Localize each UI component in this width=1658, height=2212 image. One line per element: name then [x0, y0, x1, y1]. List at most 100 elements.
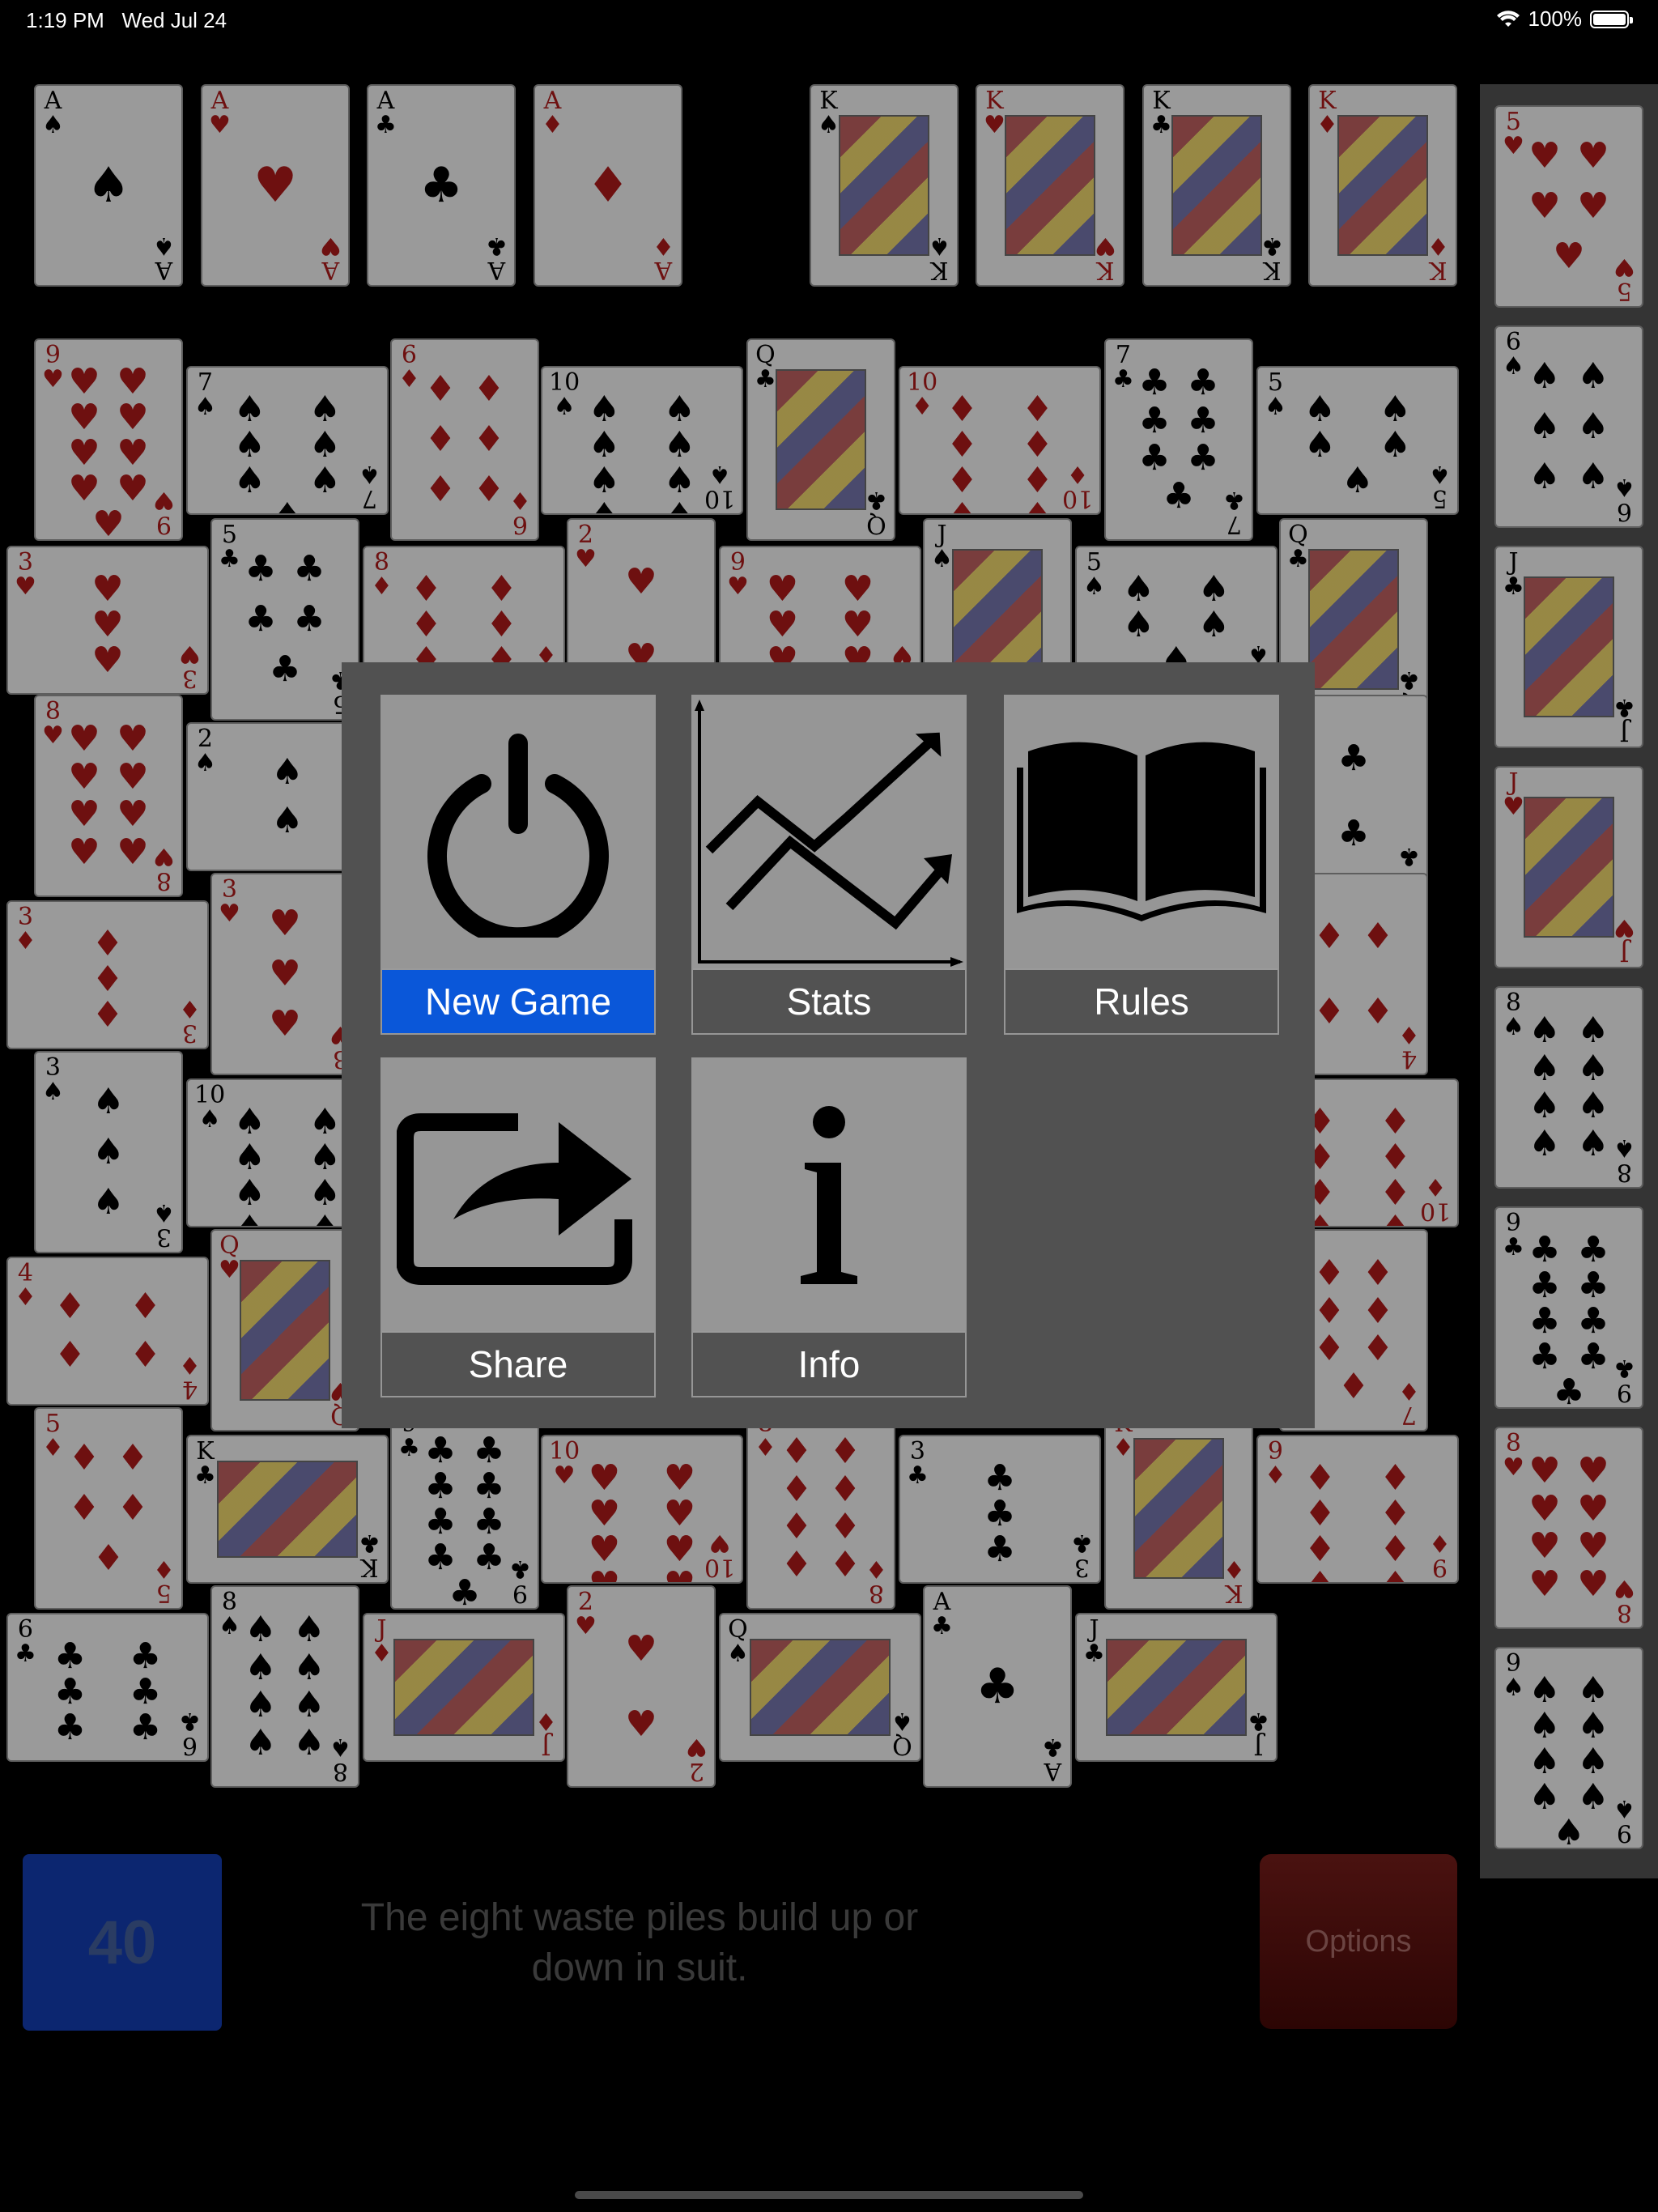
- card-rank: J: [937, 521, 947, 549]
- card-pips: ♥ ♥ ♥: [269, 903, 301, 1044]
- reserve-card[interactable]: 8 ♥ 8 ♥ ♥ ♥ ♥ ♥ ♥ ♥ ♥ ♥: [1494, 1427, 1643, 1629]
- waste-pile-card[interactable]: K ♣ K ♣: [186, 1435, 389, 1584]
- card-rank: Q: [866, 510, 886, 538]
- card-rank: 4: [182, 1375, 198, 1403]
- reserve-card[interactable]: J ♥ J ♥: [1494, 766, 1643, 968]
- waste-pile-card[interactable]: J ♣ J ♣: [1075, 1613, 1278, 1762]
- foundation-card[interactable]: A ♣ A ♣ ♣: [367, 84, 516, 287]
- foundation-card[interactable]: A ♥ A ♥ ♥: [201, 84, 350, 287]
- reserve-card[interactable]: 8 ♠ 8 ♠ ♠ ♠ ♠ ♠ ♠ ♠ ♠ ♠: [1494, 986, 1643, 1189]
- reserve-card[interactable]: 9 ♣ 9 ♣ ♣ ♣ ♣ ♣ ♣ ♣ ♣ ♣ ♣: [1494, 1206, 1643, 1409]
- card-suit: ♣: [1150, 111, 1172, 139]
- waste-pile-card[interactable]: 9♦9♦♦♦♦♦♦♦♦♦♦: [1256, 1435, 1459, 1584]
- book-icon: [1005, 696, 1278, 968]
- reserve-card[interactable]: J ♣ J ♣: [1494, 546, 1643, 748]
- court-figure: [750, 1639, 891, 1736]
- new-game-label: New Game: [382, 968, 654, 1033]
- foundation-card[interactable]: K ♥ K ♥: [976, 84, 1124, 287]
- card-index: J ♣: [1248, 1707, 1269, 1759]
- waste-pile-card[interactable]: Q♣Q♣: [746, 338, 895, 541]
- card-pips: ♦ ♦ ♦ ♦ ♦ ♦ ♦: [1313, 1253, 1394, 1407]
- waste-pile-card[interactable]: 2♥2♥♥♥: [567, 1585, 716, 1788]
- waste-pile-card[interactable]: 5♠5♠♠♠♠♠♠: [1256, 366, 1459, 515]
- waste-pile-card[interactable]: 10♦10♦♦♦♦♦♦♦♦♦♦♦: [899, 366, 1101, 515]
- waste-pile-card[interactable]: 9♥9♥♥♥♥♥♥♥♥♥♥: [34, 338, 183, 541]
- card-suit: ♠: [931, 545, 953, 573]
- card-pips: ♠ ♠ ♠: [92, 1081, 125, 1223]
- foundation-card[interactable]: A ♦ A ♦ ♦: [534, 84, 682, 287]
- card-pips: ♦ ♦ ♦ ♦: [1313, 915, 1394, 1032]
- stats-button[interactable]: Stats: [691, 695, 967, 1035]
- waste-pile-card[interactable]: 7 ♣ 7 ♣ ♣ ♣ ♣ ♣ ♣ ♣ ♣: [1104, 338, 1253, 541]
- waste-pile-card[interactable]: 5 ♣ 5 ♣ ♣ ♣ ♣ ♣ ♣: [210, 518, 359, 721]
- card-rank: 5: [1617, 277, 1633, 305]
- home-indicator[interactable]: [575, 2191, 1083, 2199]
- waste-pile-card[interactable]: A ♣ A ♣ ♣: [923, 1585, 1072, 1788]
- card-suit: ♣: [1398, 666, 1420, 694]
- card-index: Q♣: [865, 486, 887, 538]
- reserve-card[interactable]: 6 ♠ 6 ♠ ♠ ♠ ♠ ♠ ♠ ♠: [1494, 325, 1643, 528]
- waste-pile-card[interactable]: 3 ♦ 3 ♦ ♦ ♦ ♦: [6, 900, 209, 1049]
- card-rank: J: [1089, 1615, 1099, 1644]
- waste-pile-card[interactable]: Q ♠ Q ♠: [719, 1613, 921, 1762]
- card-suit: ♠: [818, 111, 840, 139]
- waste-pile-card[interactable]: J ♦ J ♦: [363, 1613, 565, 1762]
- card-rank: K: [930, 256, 949, 284]
- card-rank: J: [1619, 717, 1630, 746]
- foundation-card[interactable]: K ♣ K ♣: [1142, 84, 1291, 287]
- card-index: K♦: [1316, 89, 1338, 138]
- waste-pile-card[interactable]: 8 ♠ 8 ♠ ♠ ♠ ♠ ♠ ♠ ♠ ♠ ♠: [210, 1585, 359, 1788]
- reserve-card[interactable]: 9 ♠ 9 ♠ ♠ ♠ ♠ ♠ ♠ ♠ ♠ ♠ ♠: [1494, 1647, 1643, 1849]
- card-pip: ♣: [419, 157, 463, 214]
- card-pips: ♣ ♣ ♣ ♣ ♣ ♣ ♣: [1138, 362, 1219, 517]
- card-pips: ♥♥♥♥♥♥♥♥♥: [766, 568, 874, 694]
- game-menu: New Game Stats Rules Share Info: [342, 662, 1315, 1428]
- foundation-card[interactable]: A ♠ A ♠ ♠: [34, 84, 183, 287]
- options-button[interactable]: Options: [1260, 1854, 1457, 2029]
- card-pips: ♥♥♥♥♥♥♥♥♥: [68, 361, 149, 541]
- waste-pile-card[interactable]: 6 ♣ 6 ♣ ♣ ♣ ♣ ♣ ♣ ♣: [6, 1613, 209, 1762]
- waste-pile-card[interactable]: 8♦8♦♦♦♦♦♦♦♦♦: [746, 1407, 895, 1610]
- waste-pile-card[interactable]: 9♣9♣♣♣♣♣♣♣♣♣♣: [390, 1407, 539, 1610]
- stats-label: Stats: [693, 968, 965, 1033]
- waste-pile-card[interactable]: 3 ♥ 3 ♥ ♥ ♥ ♥: [210, 873, 359, 1075]
- waste-pile-card[interactable]: 6 ♦ 6 ♦ ♦ ♦ ♦ ♦ ♦ ♦: [390, 338, 539, 541]
- waste-pile-card[interactable]: 4♦4♦♦♦♦♦: [6, 1257, 209, 1406]
- waste-pile-card[interactable]: Q ♥ Q ♥: [210, 1229, 359, 1431]
- card-rank: K: [1263, 256, 1282, 284]
- card-index: J ♣: [1083, 1618, 1105, 1666]
- card-rank: 6: [182, 1731, 198, 1759]
- card-suit: ♣: [1613, 693, 1635, 721]
- card-rank: 8: [869, 1579, 885, 1607]
- waste-pile-card[interactable]: 3 ♠ 3 ♠ ♠ ♠ ♠: [34, 1051, 183, 1253]
- share-button[interactable]: Share: [380, 1057, 656, 1397]
- court-figure: [1524, 797, 1614, 938]
- waste-pile-card[interactable]: 10♠10♠♠♠♠♠♠♠♠♠♠♠: [541, 366, 743, 515]
- card-pips: ♦ ♦ ♦ ♦: [53, 1286, 162, 1376]
- card-rank: J: [376, 1615, 387, 1644]
- waste-pile-card[interactable]: 7♠7♠♠♠♠♠♠♠♠: [186, 366, 389, 515]
- card-pip: ♥: [253, 157, 297, 214]
- waste-pile-card[interactable]: 10♥10♥♥♥♥♥♥♥♥♥♥♥: [541, 1435, 743, 1584]
- info-button[interactable]: Info: [691, 1057, 967, 1397]
- foundation-card[interactable]: K ♠ K ♠: [810, 84, 959, 287]
- reserve-card[interactable]: 5 ♥ 5 ♥ ♥ ♥ ♥ ♥ ♥: [1494, 105, 1643, 308]
- card-suit: ♥: [219, 1256, 240, 1284]
- card-index: K ♣: [194, 1440, 216, 1488]
- waste-pile-card[interactable]: 3 ♣ 3 ♣ ♣ ♣ ♣: [899, 1435, 1101, 1584]
- waste-pile-card[interactable]: 5 ♦ 5 ♦ ♦ ♦ ♦ ♦ ♦: [34, 1407, 183, 1610]
- waste-pile-card[interactable]: K♦K♦: [1104, 1407, 1253, 1610]
- waste-pile-card[interactable]: 3 ♥ 3 ♥ ♥ ♥ ♥: [6, 546, 209, 695]
- card-rank: Q: [728, 1615, 748, 1644]
- card-rank: 3: [156, 1223, 172, 1251]
- new-game-button[interactable]: New Game: [380, 695, 656, 1035]
- card-pips: ♣ ♣ ♣ ♣ ♣ ♣ ♣ ♣ ♣: [424, 1430, 505, 1610]
- foundation-card[interactable]: K ♦ K ♦: [1308, 84, 1457, 287]
- card-rank: Q: [892, 1731, 912, 1759]
- card-suit: ♥: [1503, 793, 1524, 821]
- card-rank: 7: [1226, 510, 1243, 538]
- card-pips: ♣ ♣ ♣ ♣ ♣ ♣: [53, 1636, 162, 1748]
- card-rank: 7: [1401, 1401, 1418, 1429]
- rules-button[interactable]: Rules: [1004, 695, 1279, 1035]
- waste-pile-card[interactable]: 8 ♥ 8 ♥ ♥ ♥ ♥ ♥ ♥ ♥ ♥ ♥: [34, 695, 183, 897]
